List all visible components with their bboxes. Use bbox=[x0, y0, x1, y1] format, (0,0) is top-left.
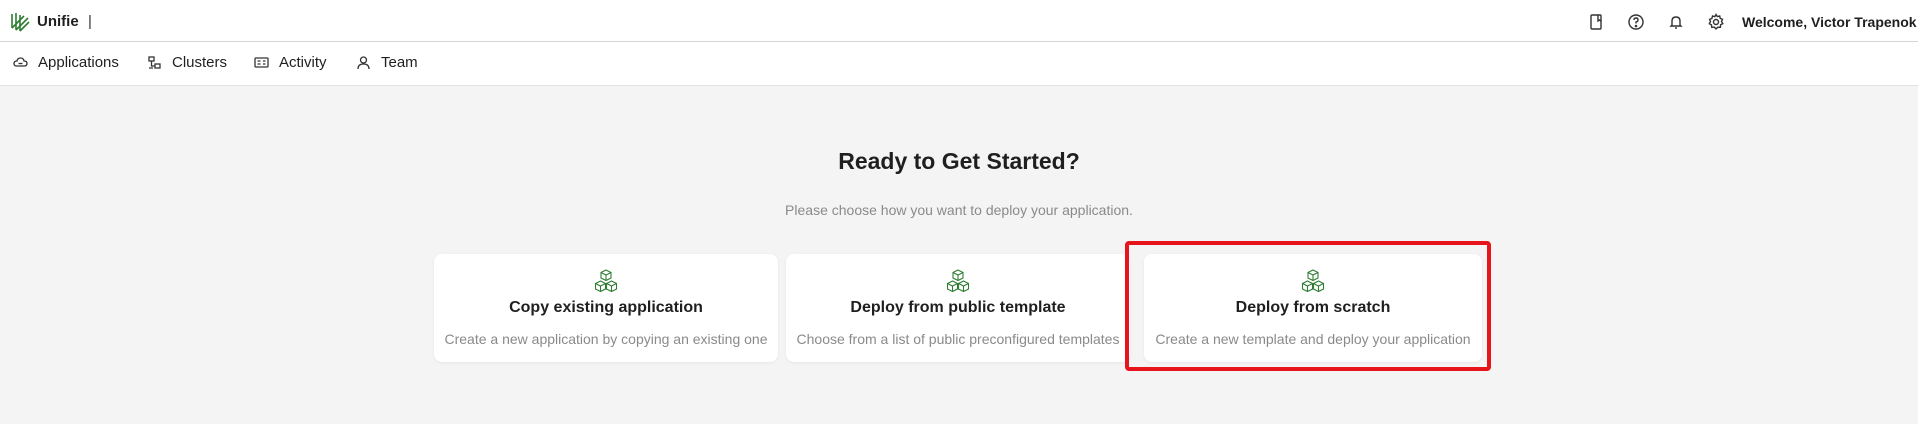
bell-icon[interactable] bbox=[1666, 12, 1686, 32]
user-icon bbox=[357, 56, 370, 70]
card-title: Copy existing application bbox=[509, 299, 703, 316]
nav-item-label: Activity bbox=[279, 54, 327, 71]
card-title: Deploy from public template bbox=[850, 299, 1066, 316]
page-subtitle: Please choose how you want to deploy you… bbox=[785, 202, 1133, 218]
brand-separator: | bbox=[88, 13, 92, 30]
nav-item-activity[interactable]: Activity bbox=[254, 54, 327, 71]
main-nav: Applications Clusters Activity Team bbox=[0, 42, 1918, 86]
brand-name[interactable]: Unifie bbox=[37, 13, 79, 30]
card-title: Deploy from scratch bbox=[1235, 299, 1391, 316]
deploy-from-scratch-card[interactable]: Deploy from scratch Create a new templat… bbox=[1144, 254, 1482, 362]
card-description: Create a new template and deploy your ap… bbox=[1155, 331, 1471, 347]
cluster-icon bbox=[148, 56, 161, 69]
activity-icon bbox=[254, 57, 269, 68]
copy-existing-card[interactable]: Copy existing application Create a new a… bbox=[434, 254, 778, 362]
help-icon[interactable] bbox=[1626, 12, 1646, 32]
cubes-icon bbox=[946, 269, 970, 293]
nav-item-clusters[interactable]: Clusters bbox=[147, 54, 227, 71]
nav-item-applications[interactable]: Applications bbox=[13, 54, 119, 71]
book-icon[interactable] bbox=[1586, 12, 1606, 32]
card-description: Create a new application by copying an e… bbox=[444, 331, 768, 347]
page-title: Ready to Get Started? bbox=[838, 148, 1080, 174]
settings-icon[interactable] bbox=[1706, 12, 1726, 32]
nav-item-label: Applications bbox=[38, 54, 119, 71]
nav-item-label: Team bbox=[381, 54, 418, 71]
card-description: Choose from a list of public preconfigur… bbox=[796, 331, 1120, 347]
public-template-card[interactable]: Deploy from public template Choose from … bbox=[786, 254, 1130, 362]
unifie-logo-icon[interactable] bbox=[9, 11, 31, 33]
cloud-icon bbox=[13, 57, 28, 67]
nav-item-label: Clusters bbox=[172, 54, 228, 71]
cubes-icon bbox=[594, 269, 618, 293]
top-bar: Unifie | Welcome, Victor Trapenok bbox=[0, 0, 1918, 42]
welcome-user[interactable]: Welcome, Victor Trapenok bbox=[1742, 14, 1917, 30]
cubes-icon bbox=[1301, 269, 1325, 293]
nav-item-team[interactable]: Team bbox=[356, 54, 418, 71]
